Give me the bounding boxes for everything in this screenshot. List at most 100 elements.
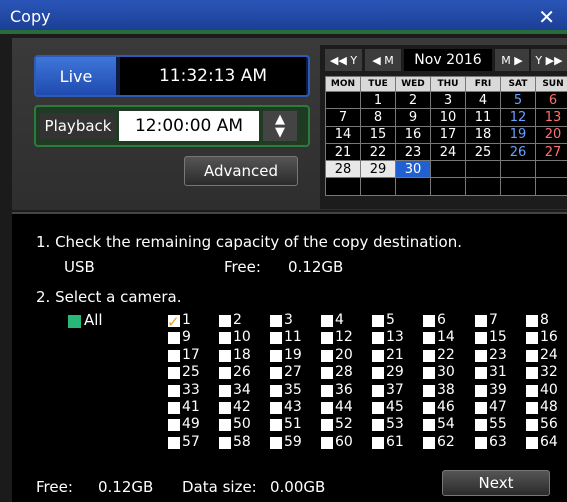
next-month-button[interactable]: M ▶	[495, 49, 529, 71]
camera-checkbox-item[interactable]: 8	[526, 312, 567, 330]
camera-checkbox-item[interactable]: 53	[372, 416, 422, 434]
camera-checkbox-item[interactable]: 60	[321, 434, 371, 452]
calendar-day[interactable]: 26	[501, 143, 535, 161]
camera-checkbox-item[interactable]: 18	[219, 347, 269, 365]
camera-checkbox[interactable]	[270, 332, 282, 345]
camera-checkbox[interactable]	[526, 402, 538, 414]
camera-checkbox[interactable]	[321, 367, 333, 380]
camera-checkbox[interactable]	[321, 436, 333, 449]
camera-checkbox[interactable]	[372, 349, 384, 362]
camera-checkbox-item[interactable]: 27	[270, 364, 320, 382]
camera-checkbox[interactable]	[321, 315, 333, 327]
camera-checkbox-item[interactable]: 49	[168, 416, 218, 434]
camera-checkbox-item[interactable]: 36	[321, 382, 371, 400]
calendar-day[interactable]: 6	[536, 92, 567, 109]
camera-checkbox[interactable]	[475, 384, 487, 397]
calendar-day[interactable]: 20	[536, 126, 567, 143]
camera-checkbox-item[interactable]: 26	[219, 364, 269, 382]
camera-checkbox-item[interactable]: 4	[321, 312, 371, 330]
camera-checkbox-item[interactable]: 64	[526, 434, 567, 452]
camera-checkbox[interactable]	[321, 384, 333, 397]
camera-checkbox-item[interactable]: 16	[526, 329, 567, 347]
camera-checkbox[interactable]	[423, 349, 435, 362]
camera-checkbox-item[interactable]: 21	[372, 347, 422, 365]
camera-checkbox[interactable]	[526, 436, 538, 449]
camera-checkbox[interactable]	[321, 349, 333, 362]
prev-year-button[interactable]: ◀◀ Y	[325, 49, 362, 71]
camera-checkbox[interactable]	[423, 402, 435, 414]
camera-checkbox[interactable]	[270, 315, 282, 327]
camera-checkbox-item[interactable]: 14	[423, 329, 473, 347]
calendar-day[interactable]: 13	[536, 109, 567, 126]
camera-checkbox[interactable]	[475, 332, 487, 345]
calendar-day[interactable]: 17	[431, 126, 465, 143]
camera-checkbox-item[interactable]: 34	[219, 382, 269, 400]
camera-checkbox-item[interactable]: 48	[526, 399, 567, 417]
calendar-day[interactable]: 25	[466, 143, 500, 161]
calendar-day[interactable]: 12	[501, 109, 535, 126]
camera-checkbox-item[interactable]: 25	[168, 364, 218, 382]
camera-checkbox[interactable]	[372, 384, 384, 397]
camera-checkbox-item[interactable]: 12	[321, 329, 371, 347]
camera-checkbox-item[interactable]: 38	[423, 382, 473, 400]
camera-checkbox[interactable]	[475, 402, 487, 414]
camera-checkbox[interactable]	[526, 419, 538, 432]
calendar-day[interactable]: 10	[431, 109, 465, 126]
camera-checkbox[interactable]	[219, 384, 231, 397]
calendar-day[interactable]: 1	[361, 92, 395, 109]
calendar-day[interactable]: 5	[501, 92, 535, 109]
camera-checkbox[interactable]	[423, 367, 435, 380]
camera-checkbox-item[interactable]: 23	[475, 347, 525, 365]
camera-checkbox-item[interactable]: 30	[423, 364, 473, 382]
camera-checkbox[interactable]	[526, 349, 538, 362]
calendar-day[interactable]: 9	[396, 109, 430, 126]
camera-checkbox[interactable]	[423, 384, 435, 397]
camera-checkbox-item[interactable]: 2	[219, 312, 269, 330]
live-button[interactable]: Live	[36, 57, 116, 95]
camera-checkbox-item[interactable]: 37	[372, 382, 422, 400]
camera-checkbox[interactable]	[219, 367, 231, 380]
camera-checkbox-item[interactable]: 62	[423, 434, 473, 452]
camera-checkbox[interactable]	[219, 419, 231, 432]
camera-checkbox[interactable]	[372, 402, 384, 414]
camera-checkbox[interactable]	[423, 332, 435, 345]
calendar-day[interactable]: 21	[326, 143, 360, 161]
next-year-button[interactable]: Y ▶▶	[531, 49, 567, 71]
camera-checkbox[interactable]	[526, 315, 538, 327]
camera-checkbox-item[interactable]: 32	[526, 364, 567, 382]
camera-checkbox[interactable]	[372, 419, 384, 432]
calendar-day[interactable]: 11	[466, 109, 500, 126]
camera-checkbox[interactable]	[526, 384, 538, 397]
camera-checkbox[interactable]	[526, 367, 538, 380]
camera-checkbox-item[interactable]: 20	[321, 347, 371, 365]
camera-checkbox[interactable]	[372, 436, 384, 449]
camera-checkbox[interactable]	[168, 436, 180, 449]
camera-checkbox-item[interactable]: 17	[168, 347, 218, 365]
camera-checkbox[interactable]	[219, 436, 231, 449]
camera-checkbox[interactable]	[219, 332, 231, 345]
camera-checkbox[interactable]	[270, 349, 282, 362]
calendar-day[interactable]: 14	[326, 126, 360, 143]
camera-checkbox[interactable]	[423, 315, 435, 327]
calendar-day[interactable]: 7	[326, 109, 360, 126]
camera-checkbox-item[interactable]: 39	[475, 382, 525, 400]
camera-checkbox-item[interactable]: 33	[168, 382, 218, 400]
camera-checkbox-item[interactable]: 46	[423, 399, 473, 417]
camera-checkbox[interactable]	[219, 349, 231, 362]
playback-time-field[interactable]: 12:00:00 AM	[119, 111, 259, 141]
camera-checkbox[interactable]	[168, 349, 180, 362]
camera-checkbox-item[interactable]: 41	[168, 399, 218, 417]
camera-checkbox[interactable]	[372, 367, 384, 380]
camera-checkbox-item[interactable]: 59	[270, 434, 320, 452]
calendar-day[interactable]: 16	[396, 126, 430, 143]
camera-checkbox[interactable]	[321, 332, 333, 345]
camera-checkbox[interactable]	[475, 436, 487, 449]
advanced-button[interactable]: Advanced	[184, 156, 298, 186]
camera-checkbox[interactable]: ✓	[167, 313, 180, 331]
camera-checkbox[interactable]	[270, 402, 282, 414]
camera-checkbox-item[interactable]: 6	[423, 312, 473, 330]
camera-checkbox[interactable]	[526, 332, 538, 345]
camera-checkbox[interactable]	[372, 332, 384, 345]
camera-checkbox-item[interactable]: 29	[372, 364, 422, 382]
camera-checkbox-item[interactable]: 50	[219, 416, 269, 434]
